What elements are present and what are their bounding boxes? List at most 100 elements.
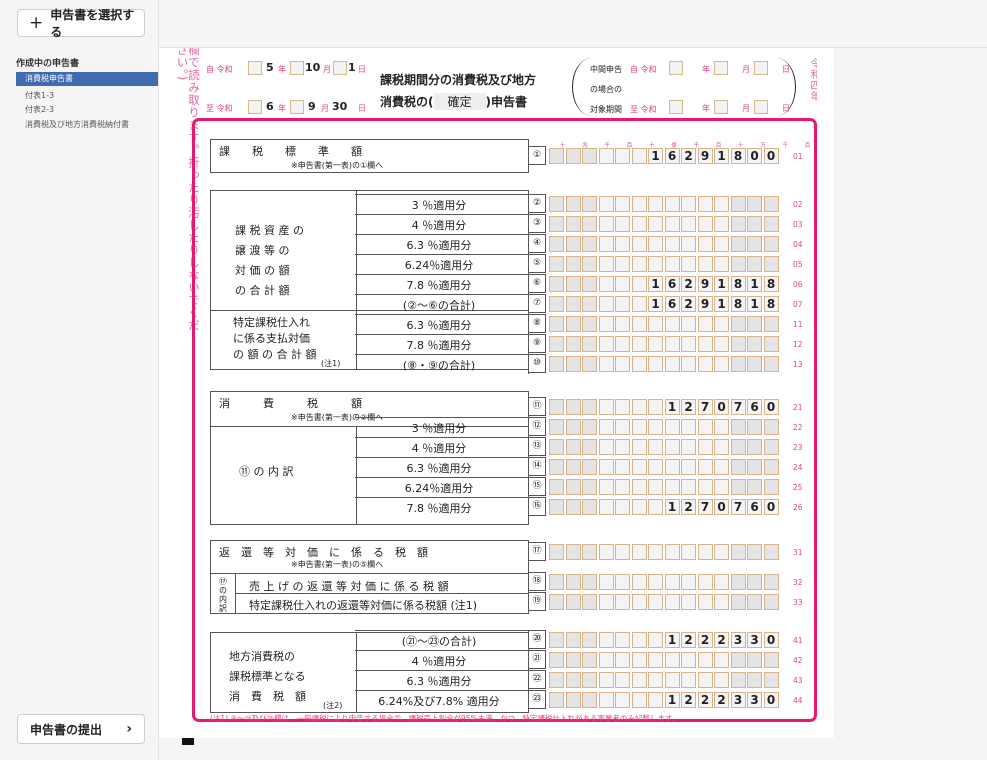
sidebar-item-consumption-tax-return[interactable]: 消費税申告書 — [16, 72, 158, 86]
amount-field[interactable] — [549, 439, 780, 455]
amount-field[interactable] — [549, 196, 780, 212]
return-type-field[interactable]: 確定 — [433, 93, 486, 110]
form-row: 6.3 ％適用分 ⑭ 24 — [195, 457, 815, 477]
digit-cell — [615, 216, 630, 232]
digit-cell — [565, 148, 581, 164]
digit-cell — [565, 632, 581, 648]
sidebar-item-payment-slip[interactable]: 消費税及び地方消費税納付書 — [25, 119, 129, 130]
digit-cell — [565, 499, 581, 515]
digit-cell: 2 — [681, 499, 696, 515]
amount-field[interactable] — [549, 336, 780, 352]
sidebar-item-table-2-3[interactable]: 付表2-3 — [25, 104, 54, 115]
amount-field[interactable] — [549, 236, 780, 252]
digit-cell — [664, 574, 680, 590]
row-code: 13 — [793, 360, 803, 369]
digit-cell — [697, 336, 713, 352]
digit-cell — [631, 594, 647, 610]
amount-field[interactable] — [549, 672, 780, 688]
digit-cell: 0 — [763, 148, 779, 164]
submit-return-button[interactable]: 申告書の提出 › — [17, 714, 145, 744]
digit-cell — [582, 216, 597, 232]
row-border — [355, 457, 529, 477]
amount-field[interactable] — [549, 216, 780, 232]
amount-field[interactable]: 1270760 — [549, 499, 780, 515]
digit-cell — [730, 479, 746, 495]
digit-cell — [697, 216, 713, 232]
digit-cell — [681, 356, 696, 372]
form-row: 6.3 ％適用分 ④ 04 — [195, 234, 815, 254]
row-number: ⑦ — [528, 294, 546, 313]
select-form-button[interactable]: + 申告書を選択する — [17, 8, 145, 39]
amount-field[interactable] — [549, 594, 780, 610]
digit-cell — [697, 236, 713, 252]
row-border — [355, 334, 529, 354]
digit-cell — [549, 594, 564, 610]
digit-cell — [681, 459, 696, 475]
viewer-background — [834, 48, 987, 738]
amount-field[interactable]: 1222330 — [549, 632, 780, 648]
digit-cell — [747, 336, 762, 352]
sidebar-item-table-1-3[interactable]: 付表1-3 — [25, 90, 54, 101]
digit-cell: 2 — [714, 692, 729, 708]
digit-cell — [714, 652, 729, 668]
digit-cell: 0 — [714, 499, 729, 515]
digit-cell — [747, 672, 762, 688]
digit-cell — [697, 196, 713, 212]
amount-field[interactable] — [549, 316, 780, 332]
form-row: (㉑～㉓の合計) ⑳ 1 2 2 2 3 3 0 41 — [195, 630, 815, 650]
row-number: ⑳ — [528, 630, 546, 649]
digit-cell — [549, 256, 564, 272]
digit-cell — [747, 196, 762, 212]
digit-cell — [714, 459, 729, 475]
chevron-right-icon: › — [126, 721, 132, 737]
amount-field[interactable] — [549, 356, 780, 372]
amount-field[interactable]: 16291800 — [549, 148, 780, 164]
digit-cell — [582, 544, 597, 560]
digit-cell — [631, 148, 647, 164]
digit-cell — [664, 356, 680, 372]
digit-cell — [549, 672, 564, 688]
digit-cell — [631, 632, 647, 648]
digit-cell — [681, 439, 696, 455]
amount-field[interactable] — [549, 479, 780, 495]
digit-cell — [747, 256, 762, 272]
digit-cell — [615, 356, 630, 372]
amount-field[interactable] — [549, 652, 780, 668]
amount-field[interactable] — [549, 419, 780, 435]
amount-field[interactable]: 16291818 — [549, 276, 780, 292]
row-number: ⑰ — [528, 542, 546, 561]
digit-cell — [648, 632, 663, 648]
row-border — [355, 650, 529, 670]
amount-field[interactable] — [549, 544, 780, 560]
row-code: 32 — [793, 578, 803, 587]
digit-cell — [565, 419, 581, 435]
amount-field[interactable]: 1270760 — [549, 399, 780, 415]
date-box — [669, 61, 683, 75]
digit-cell — [615, 399, 630, 415]
digit-cell — [565, 196, 581, 212]
digit-cell: 1 — [747, 296, 762, 312]
digit-cell — [565, 692, 581, 708]
digit-cell: 2 — [681, 692, 696, 708]
amount-field[interactable] — [549, 256, 780, 272]
digit-cell — [582, 439, 597, 455]
form-row: 7.8 ％適用分 ⑥ 1 6 2 9 1 8 1 8 06 — [195, 274, 815, 294]
digit-cell — [714, 236, 729, 252]
digit-cell — [598, 336, 614, 352]
digit-cell — [582, 256, 597, 272]
digit-cell — [714, 356, 729, 372]
select-form-label: 申告書を選択する — [50, 8, 135, 39]
day-unit: 日 — [358, 65, 366, 74]
amount-field[interactable] — [549, 459, 780, 475]
digit-cell — [747, 594, 762, 610]
amount-field[interactable]: 16291818 — [549, 296, 780, 312]
amount-field[interactable] — [549, 574, 780, 590]
date-box — [290, 100, 304, 114]
digit-cell — [598, 459, 614, 475]
digit-cell — [681, 594, 696, 610]
digit-cell: 6 — [747, 499, 762, 515]
year-unit: 年 — [278, 104, 286, 113]
digit-cell — [615, 692, 630, 708]
amount-field[interactable]: 1222330 — [549, 692, 780, 708]
digit-cell: 8 — [763, 276, 779, 292]
